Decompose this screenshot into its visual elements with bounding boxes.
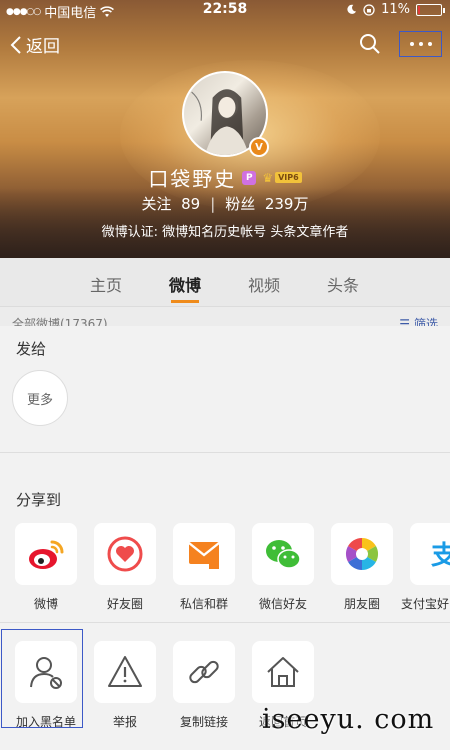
tab-weibo[interactable]: 微博 [169,272,201,303]
chevron-left-icon [10,35,21,54]
more-contacts-button[interactable]: 更多 [12,370,68,426]
profile-stats: 关注 89 | 粉丝 239万 [0,193,450,214]
status-bar: ●●●○○ 中国电信 22:58 11% [0,0,450,21]
profile-tabs: 主页 微博 视频 头条 [0,258,450,306]
crown-icon: ♛ [262,170,274,185]
report-icon [108,656,142,687]
share-friends-circle[interactable]: 好友圈 [85,523,165,612]
share-weibo-label: 微博 [33,597,58,611]
vip-badge: ♛ VIP6 [262,170,302,185]
profile-name-row: 口袋野史 P ♛ VIP6 [0,163,450,192]
report-button[interactable]: 举报 [85,641,165,730]
search-icon[interactable] [358,32,382,56]
followers-count: 239万 [264,195,309,213]
profile-header: ●●●○○ 中国电信 22:58 11% 返回 V 口袋野史 P ♛ VIP6 … [0,0,450,258]
verified-badge: V [249,137,269,157]
moon-icon [347,4,357,14]
following-label: 关注 [141,195,172,213]
share-to-title: 分享到 [16,491,62,509]
share-message[interactable]: 私信和群 [164,523,244,612]
more-dot [409,42,414,46]
p-badge: P [242,170,257,185]
share-moments[interactable]: 朋友圈 [322,523,402,612]
avatar[interactable]: V [182,71,269,157]
rotation-lock-icon [363,3,375,16]
block-user-button[interactable]: 加入黑名单 [6,641,86,730]
vip-level: VIP6 [275,172,302,183]
link-icon [189,660,219,684]
more-dot [427,42,432,46]
share-sheet: 发给 更多 分享到 微博 好友圈 私信和群 微信好友 朋友圈 支 支付宝好 加入… [0,326,450,750]
tab-video[interactable]: 视频 [248,272,280,296]
battery-icon [416,3,445,16]
share-alipay[interactable]: 支 支付宝好 [401,523,450,612]
block-user-icon [30,657,62,689]
report-label: 举报 [112,715,137,729]
block-user-label: 加入黑名单 [15,715,76,729]
following-stat[interactable]: 关注 89 [142,195,201,213]
watermark: iseeyu. com [262,704,435,735]
back-label: 返回 [26,37,60,57]
stats-divider: | [210,195,216,213]
divider [0,622,450,623]
alipay-icon: 支 [431,541,450,571]
copy-link-label: 复制链接 [179,715,228,729]
share-alipay-label: 支付宝好 [401,597,450,611]
more-dot [418,42,423,46]
divider [0,452,450,453]
followers-stat[interactable]: 粉丝 239万 [225,195,308,213]
wechat-icon [266,540,301,569]
share-wechat-label: 微信好友 [258,597,307,611]
back-button[interactable]: 返回 [10,32,60,57]
tab-home[interactable]: 主页 [90,272,122,296]
moments-icon [345,537,379,571]
message-icon [188,542,220,569]
home-icon [267,657,299,687]
tab-headlines[interactable]: 头条 [327,272,359,296]
battery-percent: 11% [381,2,410,17]
weibo-icon [29,540,64,569]
following-count: 89 [181,195,201,213]
followers-label: 粉丝 [225,195,256,213]
share-weibo[interactable]: 微博 [6,523,86,612]
friends-circle-icon [107,536,143,572]
svg-text:支: 支 [431,541,450,571]
profile-name: 口袋野史 [148,167,237,191]
share-friends-circle-label: 好友圈 [106,597,143,611]
share-message-label: 私信和群 [179,597,228,611]
top-nav: 返回 [0,24,450,64]
verification-text: 微博认证: 微博知名历史帐号 头条文章作者 [101,225,349,240]
share-wechat[interactable]: 微信好友 [243,523,323,612]
send-to-title: 发给 [16,340,47,358]
copy-link-button[interactable]: 复制链接 [164,641,244,730]
share-moments-label: 朋友圈 [343,597,380,611]
more-options-button[interactable] [399,31,442,57]
